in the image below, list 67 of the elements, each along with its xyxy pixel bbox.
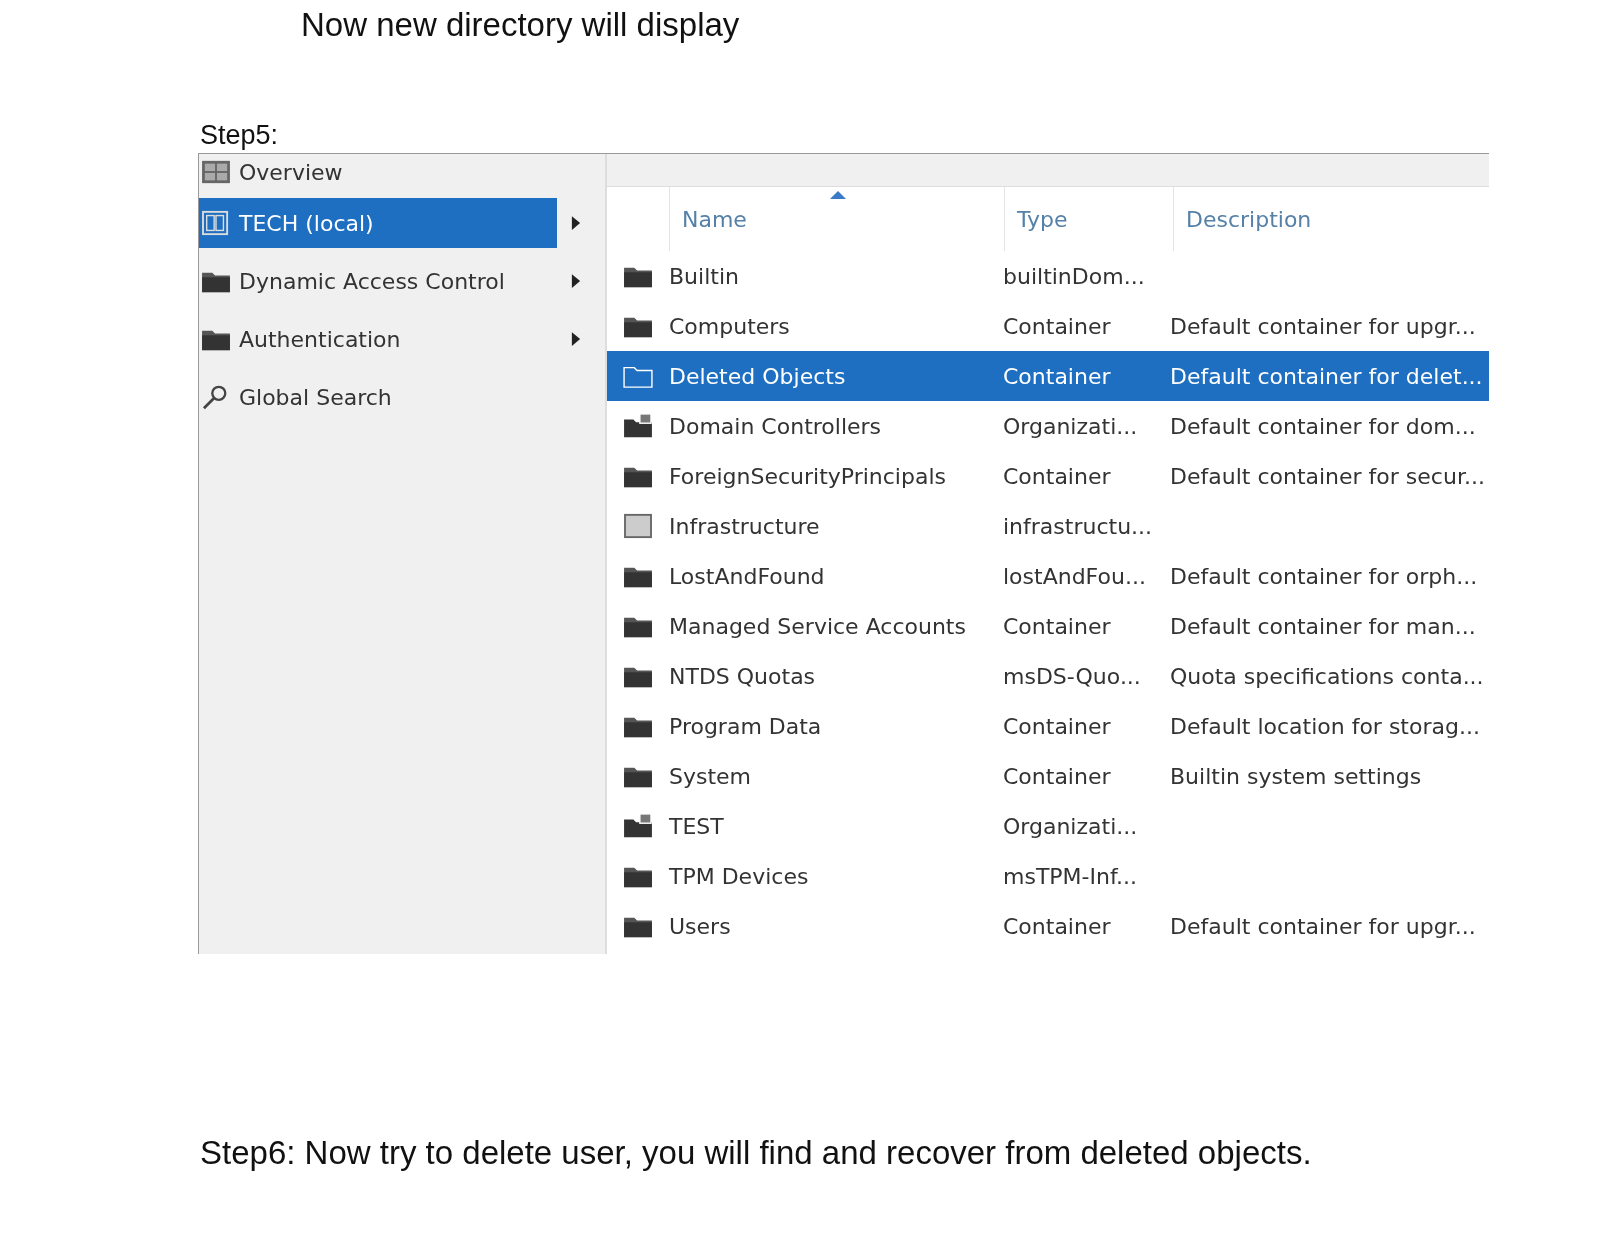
table-cell-text: Default container for man...: [1170, 613, 1477, 639]
table-cell-text: infrastructu...: [1003, 513, 1154, 539]
table-cell-text: NTDS Quotas: [669, 663, 817, 689]
table-cell-text: Users: [669, 913, 732, 939]
table-cell-text: Organizati...: [1003, 813, 1139, 839]
table-cell-text: Managed Service Accounts: [669, 613, 967, 639]
table-cell-text: Domain Controllers: [669, 413, 883, 439]
table-cell-text: msDS-Quo...: [1003, 663, 1142, 689]
table-cell-text: Infrastructure: [669, 513, 821, 539]
step-text: Step6: Now try to delete user, you will find and recover from deleted objects.: [200, 1134, 1313, 1172]
table-row[interactable]: Program Data Container Default location for storag...: [607, 701, 1489, 751]
table-cell-text: Default container for upgr...: [1170, 913, 1477, 939]
table-row[interactable]: Users Container Default container for upgr...: [607, 901, 1489, 951]
table-cell-text: msTPM-Inf...: [1003, 863, 1139, 889]
table-cell-text: Default container for orph...: [1170, 563, 1479, 589]
table-cell-text: Organizati...: [1003, 413, 1139, 439]
folder-icon: [623, 813, 653, 839]
table-cell-text: Program Data: [669, 713, 823, 739]
table-cell-text: Default location for storag...: [1170, 713, 1481, 739]
nav-item[interactable]: Dynamic Access Control: [199, 256, 557, 306]
column-header[interactable]: Description: [1173, 187, 1489, 251]
table-row[interactable]: Managed Service Accounts Container Default container for man...: [607, 601, 1489, 651]
table-row[interactable]: Deleted Objects Container Default container for delet...: [607, 351, 1489, 401]
table-row[interactable]: Infrastructure infrastructu...: [607, 501, 1489, 551]
heading-text: Now new directory will display: [301, 6, 741, 44]
square-icon: [623, 513, 653, 539]
table-row[interactable]: Domain Controllers Organizati... Default container for dom...: [607, 401, 1489, 451]
table-cell-text: Builtin: [669, 263, 740, 289]
table-cell-text: LostAndFound: [669, 563, 826, 589]
table-row[interactable]: LostAndFound lostAndFou... Default container for orph...: [607, 551, 1489, 601]
building-icon: [201, 210, 231, 236]
nav-item[interactable]: Overview: [199, 154, 557, 190]
step-label: Step5:: [200, 120, 280, 151]
table-cell-text: ForeignSecurityPrincipals: [669, 463, 947, 489]
table-cell-text: Container: [1003, 713, 1112, 739]
column-header[interactable]: Name: [669, 187, 1004, 251]
table-cell-text: Builtin system settings: [1170, 763, 1423, 789]
grid-icon: [201, 159, 231, 185]
table-cell-text: lostAndFou...: [1003, 563, 1147, 589]
table-row[interactable]: Builtin builtinDom...: [607, 251, 1489, 301]
nav-item[interactable]: Global Search: [199, 372, 557, 422]
table-row[interactable]: Computers Container Default container for upgr...: [607, 301, 1489, 351]
table-cell-text: Deleted Objects: [669, 363, 847, 389]
nav-item[interactable]: Authentication: [199, 314, 557, 364]
table-cell-text: builtinDom...: [1003, 263, 1146, 289]
table-cell-text: Container: [1003, 463, 1112, 489]
table-row[interactable]: System Container Builtin system settings: [607, 751, 1489, 801]
table-row[interactable]: TPM Devices msTPM-Inf...: [607, 851, 1489, 901]
table-cell-text: Computers: [669, 313, 791, 339]
table-row[interactable]: ForeignSecurityPrincipals Container Default container for secur...: [607, 451, 1489, 501]
table-cell-text: TPM Devices: [669, 863, 810, 889]
folder-icon: [623, 413, 653, 439]
table-cell-text: Default container for delet...: [1170, 363, 1484, 389]
table-cell-text: Container: [1003, 313, 1112, 339]
table-cell-text: TEST: [669, 813, 725, 839]
table-cell-text: Container: [1003, 763, 1112, 789]
table-row[interactable]: TEST Organizati...: [607, 801, 1489, 851]
table-cell-text: Default container for upgr...: [1170, 313, 1477, 339]
table-cell-text: Default container for dom...: [1170, 413, 1477, 439]
table-cell-text: Container: [1003, 613, 1112, 639]
table-row[interactable]: NTDS Quotas msDS-Quo... Quota specifications conta...: [607, 651, 1489, 701]
table-cell-text: Quota specifications conta...: [1170, 663, 1485, 689]
table-cell-text: Container: [1003, 363, 1112, 389]
table-cell-text: Default container for secur...: [1170, 463, 1486, 489]
column-header[interactable]: Type: [1004, 187, 1173, 251]
table-cell-text: Container: [1003, 913, 1112, 939]
table-cell-text: System: [669, 763, 753, 789]
